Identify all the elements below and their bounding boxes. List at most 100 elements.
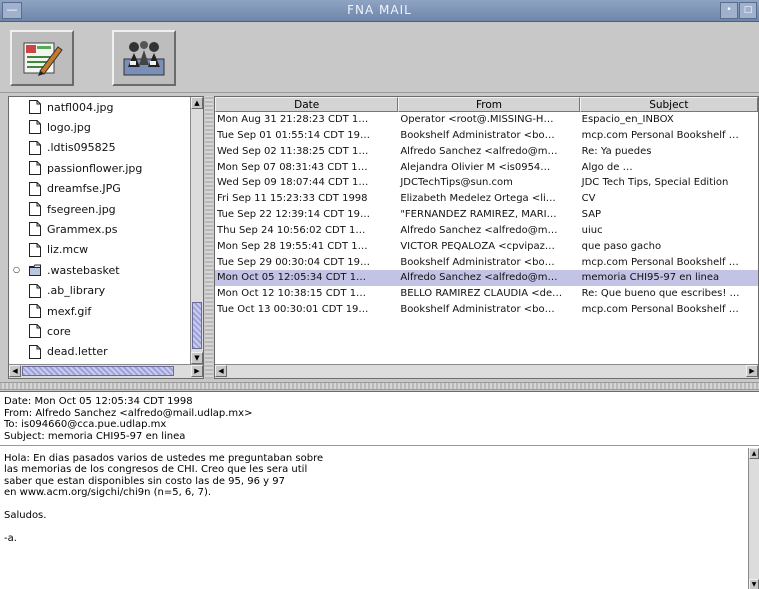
document-icon [29,222,41,237]
message-date: Wed Sep 02 11:38:25 CDT 1… [217,145,369,157]
scroll-left-arrow[interactable]: ◀ [215,365,227,377]
message-date: Mon Oct 05 12:05:34 CDT 1… [217,272,367,284]
minimize-button[interactable]: • [720,2,738,19]
folder-item[interactable]: passionflower.jpg [9,158,190,178]
folder-icon [29,264,41,277]
scroll-up-arrow[interactable]: ▲ [749,448,759,459]
folder-item[interactable]: ○ .wastebasket [9,260,190,280]
pane-splitter-horizontal[interactable] [0,382,759,390]
folder-item[interactable]: liz.mcw [9,240,190,260]
body-line: en www.acm.org/sigchi/chi9n (n=5, 6, 7). [4,487,212,499]
people-icon [123,41,165,76]
scroll-thumb[interactable] [22,366,174,376]
folder-item[interactable]: mexf.gif [9,301,190,321]
header-from: From: Alfredo Sanchez <alfredo@mail.udla… [4,407,253,419]
message-row[interactable]: Mon Oct 05 12:05:34 CDT 1… Alfredo Sanche… [215,270,758,287]
message-from: Alfredo Sanchez <alfredo@m… [400,145,558,157]
message-row[interactable]: Mon Aug 31 21:28:23 CDT 1… Operator <root… [215,112,758,128]
message-date: Mon Oct 12 10:38:15 CDT 1… [217,288,367,300]
column-header-subject[interactable]: Subject [579,97,758,112]
folder-item[interactable]: dead.letter [9,342,190,362]
document-icon [29,161,41,176]
scroll-thumb[interactable] [192,302,202,349]
message-row[interactable]: Tue Sep 29 00:30:04 CDT 19… Bookshelf Adm… [215,255,758,271]
message-horizontal-scrollbar[interactable]: ◀ ▶ [215,364,758,378]
message-row[interactable]: Thu Sep 24 10:56:02 CDT 1… Alfredo Sanche… [215,223,758,239]
message-row[interactable]: Mon Oct 12 10:38:15 CDT 1… BELLO RAMIREZ … [215,286,758,302]
body-line: las memorias de los congresos de CHI. Cr… [4,464,308,476]
scroll-down-arrow[interactable]: ▼ [749,579,759,589]
expand-toggle-icon[interactable]: ○ [13,265,20,274]
folder-item[interactable]: core [9,321,190,341]
folder-item[interactable]: logo.jpg [9,117,190,137]
message-date: Tue Sep 01 01:55:14 CDT 19… [217,129,370,141]
message-date: Mon Sep 07 08:31:43 CDT 1… [217,161,368,173]
message-row[interactable]: Tue Sep 01 01:55:14 CDT 19… Bookshelf Adm… [215,128,758,144]
message-subject: Re: Ya puedes [581,145,652,157]
message-list[interactable]: Date From Subject Mon Aug 31 21:28:23 CDT … [214,96,759,379]
message-rows: Mon Aug 31 21:28:23 CDT 1… Operator <root… [215,112,758,318]
message-row[interactable]: Wed Sep 02 11:38:25 CDT 1… Alfredo Sanche… [215,144,758,160]
folder-vertical-scrollbar[interactable]: ▲ ▼ [190,97,203,364]
folder-item-label: .ldtis095825 [47,141,116,155]
folder-tree[interactable]: natfl004.jpg logo.jpg .ldtis095825 passionf… [8,96,204,379]
message-preview: Date: Mon Oct 05 12:05:34 CDT 1998 From:… [0,391,759,589]
folder-item[interactable]: natfl004.jpg [9,97,190,117]
message-from: BELLO RAMIREZ CLAUDIA <de… [400,288,563,300]
folder-item-label: liz.mcw [47,243,89,257]
column-header-date[interactable]: Date [215,97,399,112]
folder-item-label: dead.letter [47,345,108,359]
folder-item[interactable]: Grammex.ps [9,219,190,239]
folder-item-label: .ab_library [47,284,106,298]
message-row[interactable]: Mon Sep 28 19:55:41 CDT 1… VICTOR PEQALOZ… [215,239,758,255]
folder-item-label: Grammex.ps [47,223,118,237]
title-bar: — FNA MAIL • □ [0,0,759,22]
body-line [4,521,759,532]
message-from: Elizabeth Medelez Ortega <li… [400,193,556,205]
message-subject: que paso gacho [581,240,662,252]
compose-pen-icon [23,42,63,76]
scroll-right-arrow[interactable]: ▶ [191,365,203,377]
scroll-up-arrow[interactable]: ▲ [191,97,203,109]
folder-item[interactable]: .ldtis095825 [9,138,190,158]
folder-item-label: natfl004.jpg [47,100,114,114]
scroll-down-arrow[interactable]: ▼ [191,352,203,364]
pane-splitter-vertical[interactable] [205,96,213,379]
document-icon [29,120,41,135]
document-icon [29,324,41,339]
folder-item[interactable]: fsegreen.jpg [9,199,190,219]
body-line [4,499,759,510]
compose-button[interactable] [10,30,74,86]
document-icon [29,100,41,114]
message-row[interactable]: Fri Sep 11 15:23:33 CDT 1998 Elizabeth Me… [215,191,758,207]
scroll-left-arrow[interactable]: ◀ [9,365,21,377]
message-body[interactable]: Hola: En dias pasados varios de ustedes … [0,446,759,544]
column-header-from[interactable]: From [398,97,580,112]
window-title: FNA MAIL [347,3,412,17]
message-row[interactable]: Mon Sep 07 08:31:43 CDT 1… Alejandra Oliv… [215,160,758,176]
folder-item[interactable]: dreamfse.JPG [9,179,190,199]
message-from: VICTOR PEQALOZA <cpvipaz… [400,240,555,252]
scroll-right-arrow[interactable]: ▶ [746,365,758,377]
folder-item[interactable]: .ab_library [9,281,190,301]
header-to: To: is094660@cca.pue.udlap.mx [4,419,167,431]
preview-vertical-scrollbar[interactable]: ▲ ▼ [748,448,759,589]
message-subject: CV [581,193,596,205]
body-line: -a. [4,532,17,544]
address-book-button[interactable] [112,30,176,86]
document-icon [29,303,41,318]
document-icon [29,344,41,359]
message-date: Wed Sep 09 18:07:44 CDT 1… [217,177,369,189]
maximize-button[interactable]: □ [739,2,757,19]
header-subject: Subject: memoria CHI95-97 en linea [4,430,186,442]
message-from: JDCTechTips@sun.com [400,177,513,189]
document-icon [29,181,41,196]
message-list-header: Date From Subject [215,97,758,112]
message-date: Fri Sep 11 15:23:33 CDT 1998 [217,193,368,205]
message-row[interactable]: Tue Oct 13 00:30:01 CDT 19… Bookshelf Adm… [215,302,758,318]
folder-item-label: fsegreen.jpg [47,202,116,216]
message-row[interactable]: Wed Sep 09 18:07:44 CDT 1… JDCTechTips@su… [215,175,758,191]
folder-horizontal-scrollbar[interactable]: ◀ ▶ [9,364,203,378]
message-subject: Algo de … [581,161,633,173]
message-row[interactable]: Tue Sep 22 12:39:14 CDT 19… "FERNANDEZ RA… [215,207,758,223]
